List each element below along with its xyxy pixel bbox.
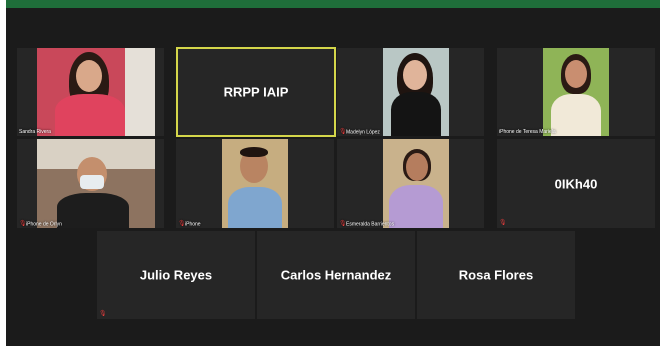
participant-video <box>383 139 449 228</box>
participant-tile-iphone[interactable]: 🎙iPhone <box>176 139 334 228</box>
muted-mic-icon: 🎙 <box>178 220 186 227</box>
participant-name-label: Sandra Rivera <box>19 129 51 135</box>
participant-tile-orlyn[interactable]: 🎙iPhone de Orlyn <box>17 139 164 228</box>
participant-video <box>383 48 449 136</box>
participant-display-name: Julio Reyes <box>139 267 213 283</box>
participant-tile-madelyn[interactable]: 🎙Madelyn López <box>337 48 484 136</box>
muted-mic-icon: 🎙 <box>339 128 347 135</box>
muted-mic-icon: 🎙 <box>499 220 507 226</box>
participant-tile-oikh40[interactable]: 0IKh40 🎙 <box>497 139 655 228</box>
participant-tile-sandra[interactable]: Sandra Rivera <box>17 48 164 136</box>
participant-name-label: 🎙iPhone de Orlyn <box>19 221 62 227</box>
participant-display-name: 0IKh40 <box>554 176 598 191</box>
participant-name-label: 🎙Madelyn López <box>339 129 380 135</box>
participant-video <box>37 139 155 228</box>
participant-tile-rrpp-iaip[interactable]: RRPP IAIP <box>176 47 336 137</box>
participant-tile-rosa-flores[interactable]: Rosa Flores <box>417 231 575 319</box>
video-gallery: Sandra Rivera RRPP IAIP 🎙Madelyn López i… <box>6 8 660 346</box>
participant-display-name: Carlos Hernandez <box>280 267 392 283</box>
participant-video <box>222 139 288 228</box>
participant-tile-teresa[interactable]: iPhone de Teresa Mariela <box>497 48 655 136</box>
window-top-bar <box>6 0 660 8</box>
participant-display-name: Rosa Flores <box>458 267 534 283</box>
participant-display-name: RRPP IAIP <box>223 84 289 100</box>
participant-name-label: 🎙iPhone <box>178 221 201 227</box>
participant-name-text: iPhone <box>185 221 201 227</box>
participant-video <box>37 48 155 136</box>
participant-video <box>543 48 609 136</box>
participant-name-text: iPhone de Orlyn <box>26 221 62 227</box>
muted-mic-icon: 🎙 <box>99 311 107 317</box>
participant-name-text: Madelyn López <box>346 129 380 135</box>
participant-tile-esmeralda[interactable]: 🎙Esmeralda Barrientos <box>337 139 484 228</box>
participant-name-text: Esmeralda Barrientos <box>346 221 395 227</box>
participant-name-label: 🎙Esmeralda Barrientos <box>339 221 394 227</box>
participant-tile-julio-reyes[interactable]: Julio Reyes 🎙 <box>97 231 255 319</box>
participant-name-label: iPhone de Teresa Mariela <box>499 129 556 135</box>
participant-tile-carlos-hernandez[interactable]: Carlos Hernandez <box>257 231 415 319</box>
muted-mic-icon: 🎙 <box>19 220 27 227</box>
muted-mic-icon: 🎙 <box>339 220 347 227</box>
